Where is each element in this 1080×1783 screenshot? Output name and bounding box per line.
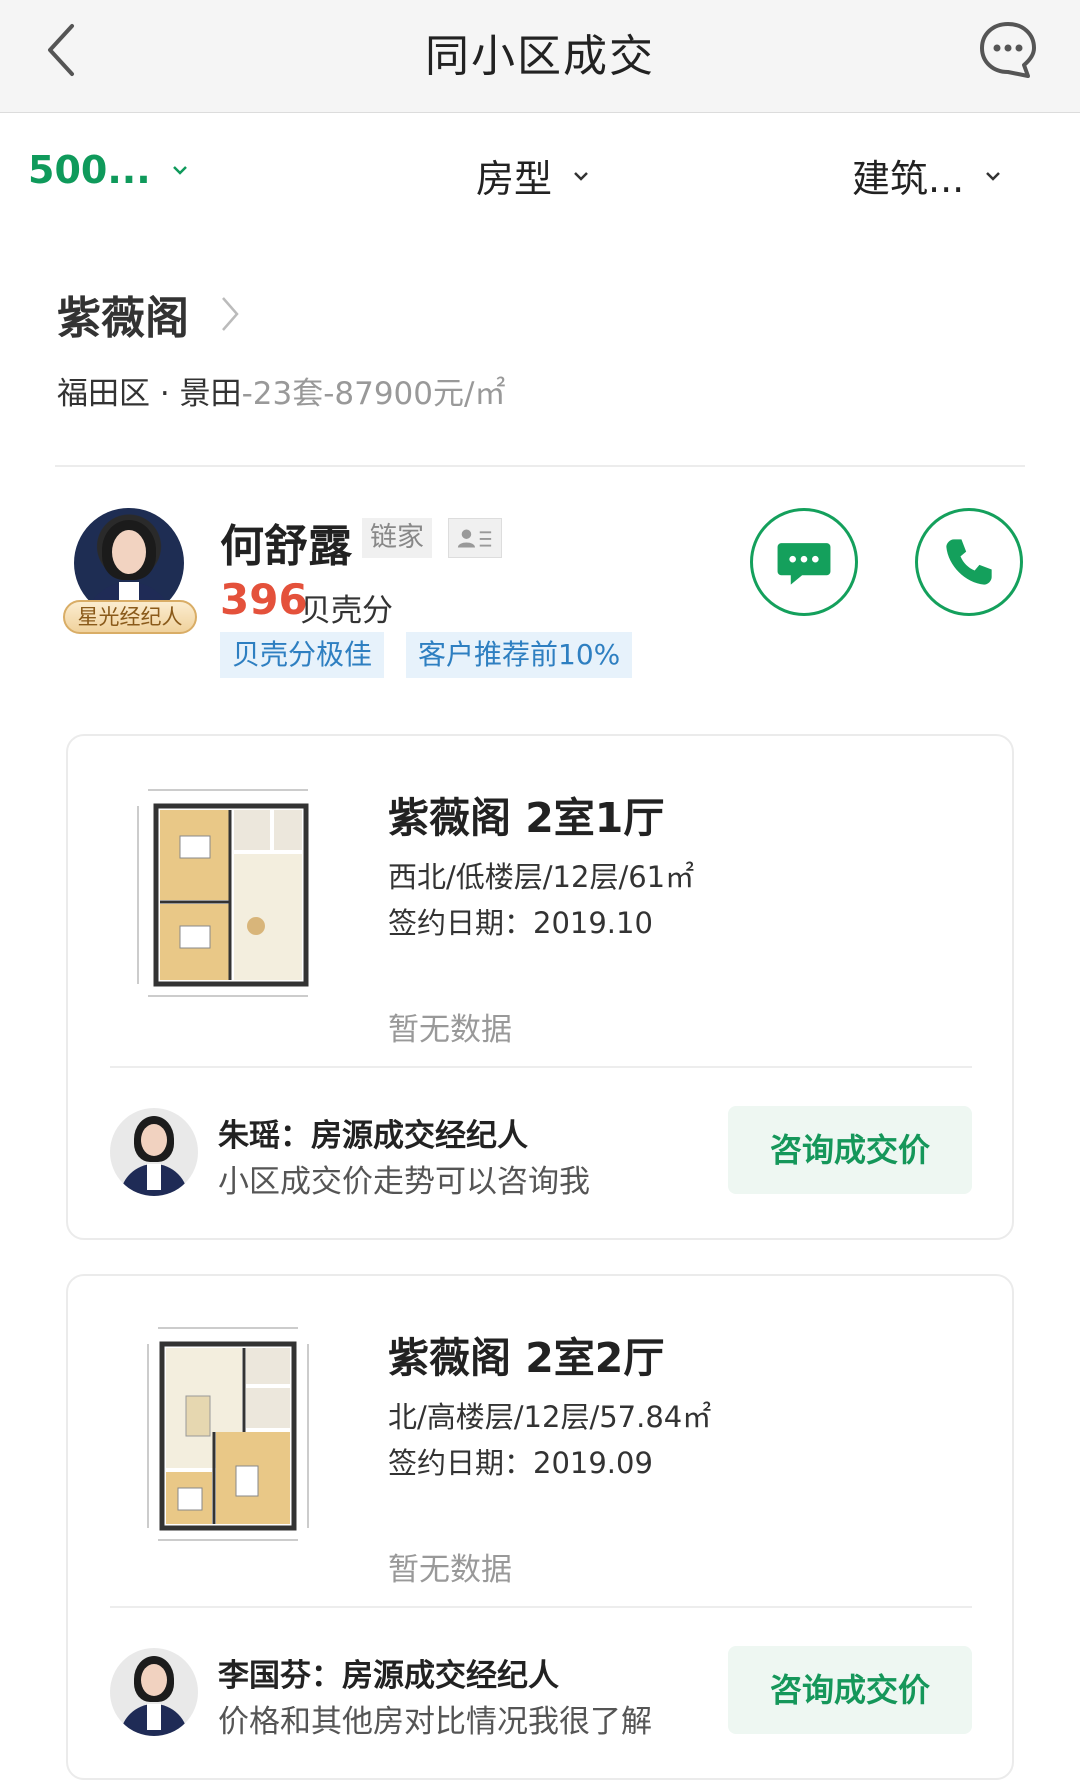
filter-area[interactable]: 建筑... <box>852 148 1002 203</box>
message-icon[interactable] <box>976 18 1040 82</box>
community-info: 福田区 · 景田-23套-87900元/㎡ <box>57 368 505 413</box>
divider <box>55 465 1025 467</box>
deal-date: 签约日期：2019.09 <box>388 1446 653 1480</box>
deal-price: 暂无数据 <box>388 1012 512 1048</box>
filter-price[interactable]: 500... <box>28 148 189 192</box>
consult-price-button[interactable]: 咨询成交价 <box>728 1646 972 1734</box>
chevron-right-icon <box>222 297 239 331</box>
filter-price-label: 500... <box>28 148 151 192</box>
chevron-down-icon <box>172 166 187 175</box>
agent-name: 何舒露 <box>220 521 352 572</box>
broker-description: 小区成交价走势可以咨询我 <box>218 1164 590 1200</box>
call-button[interactable] <box>915 508 1023 616</box>
top-nav-bar: 同小区成交 <box>0 0 1080 113</box>
broker-description: 价格和其他房对比情况我很了解 <box>218 1704 652 1740</box>
deal-meta: 西北/低楼层/12层/61㎡ <box>388 860 695 894</box>
community-name: 紫薇阁 <box>57 293 189 344</box>
page-title: 同小区成交 <box>425 31 655 82</box>
business-card-icon[interactable] <box>448 518 502 558</box>
floor-plan-image <box>137 789 309 997</box>
chevron-down-icon <box>986 171 1001 181</box>
agent-score: 396 <box>220 575 308 624</box>
broker-name: 李国芬：房源成交经纪人 <box>218 1658 559 1694</box>
deal-price: 暂无数据 <box>388 1552 512 1588</box>
divider <box>110 1066 972 1068</box>
filter-area-label: 建筑... <box>852 157 965 201</box>
floor-plan-image <box>147 1327 309 1541</box>
broker-avatar[interactable] <box>110 1648 198 1736</box>
chat-button[interactable] <box>750 508 858 616</box>
consult-price-button[interactable]: 咨询成交价 <box>728 1106 972 1194</box>
star-agent-badge: 星光经纪人 <box>63 600 197 634</box>
agent-score-label: 贝壳分 <box>300 593 393 629</box>
chat-icon <box>777 543 831 585</box>
broker-name: 朱瑶：房源成交经纪人 <box>218 1118 528 1154</box>
divider <box>110 1606 972 1608</box>
deal-card[interactable]: 紫薇阁 2室1厅 西北/低楼层/12层/61㎡ 签约日期：2019.10 暂无数… <box>66 734 1014 1240</box>
agent-tag: 客户推荐前10% <box>406 632 633 678</box>
phone-icon <box>946 539 992 585</box>
community-stats: -23套-87900元/㎡ <box>241 376 506 412</box>
chevron-down-icon <box>574 171 588 181</box>
deal-date: 签约日期：2019.10 <box>388 906 653 940</box>
filter-bar: 500... 房型 建筑... <box>0 113 1080 231</box>
filter-layout[interactable]: 房型 <box>476 148 590 203</box>
deal-title: 紫薇阁 2室2厅 <box>388 1334 665 1382</box>
deal-title: 紫薇阁 2室1厅 <box>388 794 665 842</box>
community-title[interactable]: 紫薇阁 <box>57 282 241 346</box>
deal-meta: 北/高楼层/12层/57.84㎡ <box>388 1400 712 1434</box>
broker-avatar[interactable] <box>110 1108 198 1196</box>
agent-tag: 贝壳分极佳 <box>220 632 385 678</box>
deal-card[interactable]: 紫薇阁 2室2厅 北/高楼层/12层/57.84㎡ 签约日期：2019.09 暂… <box>66 1274 1014 1780</box>
community-district: 福田区 · 景田 <box>57 376 242 412</box>
agent-company-badge: 链家 <box>362 518 432 558</box>
filter-layout-label: 房型 <box>476 157 553 201</box>
